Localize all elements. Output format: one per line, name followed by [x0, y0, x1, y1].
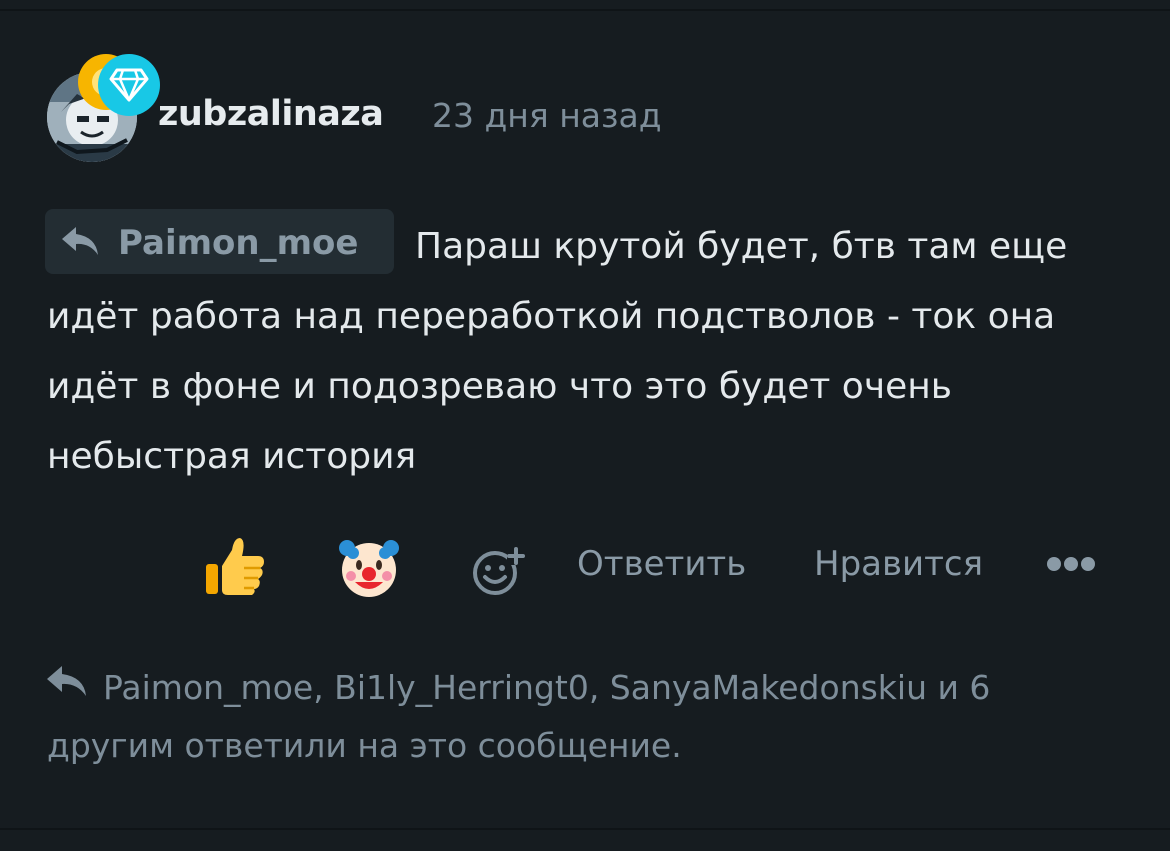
add-reaction-icon[interactable]: [471, 547, 525, 601]
reply-to-chip[interactable]: Paimon_moe: [45, 209, 394, 274]
more-dots-icon[interactable]: [1046, 555, 1096, 577]
clown-face-emoji[interactable]: [337, 536, 401, 602]
reply-arrow-icon: [62, 227, 98, 255]
timestamp: 23 дня назад: [432, 96, 662, 135]
thumbs-up-emoji[interactable]: [204, 534, 266, 602]
divider-top: [0, 9, 1170, 11]
replies-summary[interactable]: Paimon_moe, Bi1ly_Herringt0, SanyaMakedo…: [47, 659, 1127, 775]
username[interactable]: zubzalinaza: [158, 94, 384, 134]
diamond-badge-icon: [98, 54, 160, 116]
reply-button[interactable]: Ответить: [577, 544, 746, 584]
comment-card: zubzalinaza 23 дня назад Параш крутой бу…: [0, 0, 1170, 851]
like-button[interactable]: Нравится: [814, 544, 983, 584]
divider-bottom: [0, 828, 1170, 830]
reply-to-username: Paimon_moe: [118, 223, 359, 263]
